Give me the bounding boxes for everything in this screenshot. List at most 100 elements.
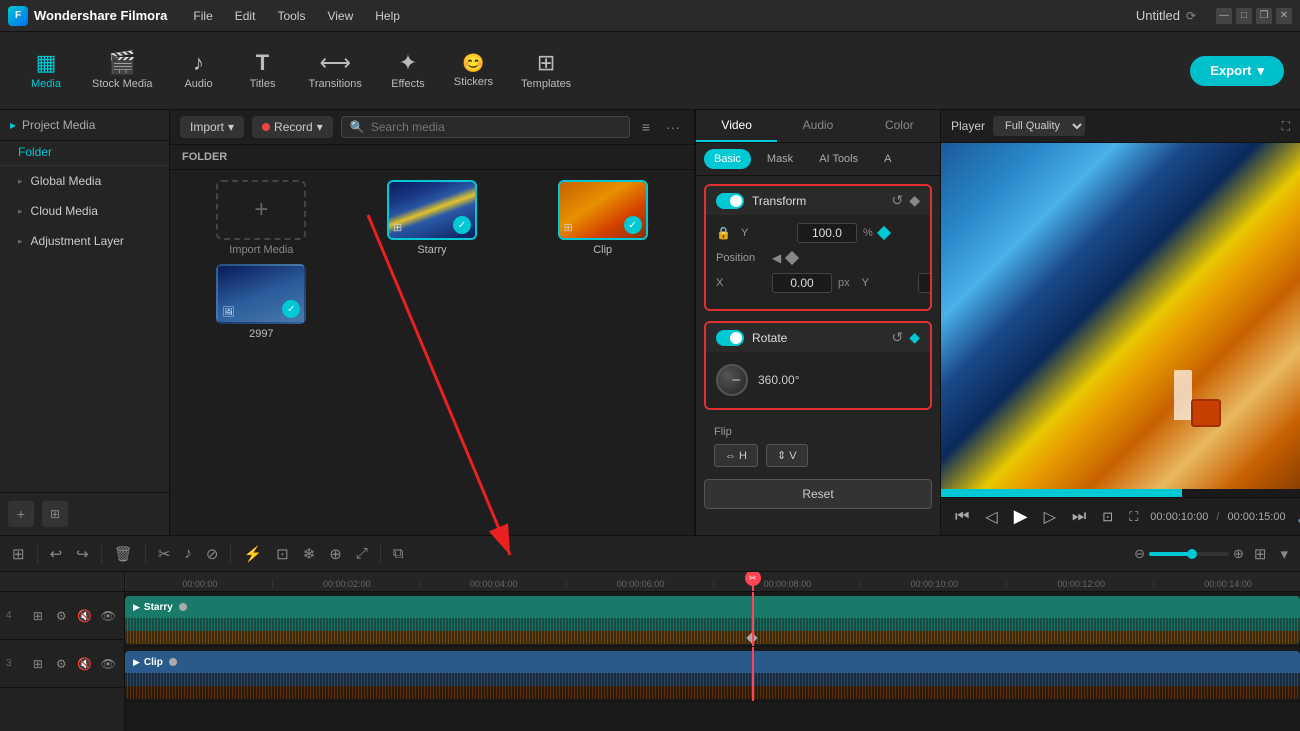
- rotate-reset-icon[interactable]: ↺: [891, 329, 903, 346]
- import-button[interactable]: Import ▾: [180, 116, 244, 138]
- add-subfolder-btn[interactable]: ⊞: [42, 501, 68, 527]
- menu-edit[interactable]: Edit: [225, 5, 266, 27]
- track-add-btn[interactable]: ⊞: [28, 606, 48, 626]
- tool-templates[interactable]: ⊞ Templates: [509, 46, 583, 96]
- tab-audio[interactable]: Audio: [777, 110, 858, 142]
- tool-transitions[interactable]: ⟷ Transitions: [297, 46, 374, 96]
- menu-view[interactable]: View: [317, 5, 363, 27]
- progress-track[interactable]: [941, 489, 1300, 497]
- tl-pic-btn[interactable]: ⧉: [389, 543, 408, 564]
- reset-button[interactable]: Reset: [704, 479, 932, 509]
- scale-y-input[interactable]: [797, 223, 857, 243]
- record-button[interactable]: Record ▾: [252, 116, 333, 138]
- fullscreen-button[interactable]: ⛶: [1125, 507, 1142, 527]
- track3-eye-btn[interactable]: 👁: [99, 654, 119, 674]
- search-input[interactable]: [371, 120, 621, 134]
- list-item[interactable]: ⊞ ✓ Clip: [521, 180, 684, 256]
- tool-titles[interactable]: T Titles: [233, 46, 293, 96]
- pos-x-input[interactable]: [772, 273, 832, 293]
- tl-crop-btn[interactable]: ⊡: [272, 543, 293, 565]
- export-button[interactable]: Export ▾: [1190, 56, 1284, 86]
- tl-scene-btn[interactable]: ⊞: [8, 543, 29, 565]
- tl-audio-btn[interactable]: ♪: [180, 543, 196, 564]
- rotate-toggle[interactable]: [716, 330, 744, 346]
- snapshot-button[interactable]: ⊡: [1098, 507, 1117, 527]
- rotate-knob[interactable]: [716, 364, 748, 396]
- quality-select[interactable]: Full Quality: [993, 116, 1085, 136]
- track-mute-btn[interactable]: 🔇: [75, 606, 95, 626]
- skip-forward-button[interactable]: ⏭: [1068, 506, 1090, 528]
- sidebar-item-folder[interactable]: Folder: [0, 141, 169, 166]
- win-maximize[interactable]: □: [1236, 8, 1252, 24]
- tl-speed-btn[interactable]: ⚡: [239, 543, 266, 565]
- win-minimize[interactable]: —: [1216, 8, 1232, 24]
- track3-add-btn[interactable]: ⊞: [28, 654, 48, 674]
- tl-grid-btn[interactable]: ⊞: [1250, 543, 1271, 565]
- track3-mute-btn[interactable]: 🔇: [75, 654, 95, 674]
- frame-forward-button[interactable]: ▷: [1040, 505, 1060, 529]
- rotate-keyframe-active[interactable]: ◆: [909, 329, 920, 346]
- import-placeholder[interactable]: +: [216, 180, 306, 240]
- subtab-ai-tools[interactable]: AI Tools: [809, 149, 868, 169]
- tool-stock-media[interactable]: 🎬 Stock Media: [80, 46, 165, 96]
- list-item[interactable]: ⊞ ✓ Starry: [351, 180, 514, 256]
- starry-clip[interactable]: ▶ Starry: [125, 596, 1300, 644]
- zoom-bar[interactable]: [1149, 552, 1229, 556]
- tl-freeze-btn[interactable]: ❄: [299, 543, 320, 565]
- flip-v-button[interactable]: ⇕ V: [766, 444, 808, 467]
- tl-transform-btn[interactable]: ⤢: [352, 543, 372, 564]
- tl-delete-btn[interactable]: 🗑: [110, 543, 137, 565]
- menu-help[interactable]: Help: [365, 5, 410, 27]
- tl-snap-btn[interactable]: ⊕: [325, 543, 346, 565]
- tool-media[interactable]: ▦ Media: [16, 46, 76, 96]
- zoom-in-icon[interactable]: ⊕: [1233, 546, 1244, 562]
- track3-settings-btn[interactable]: ⚙: [52, 654, 72, 674]
- transform-reset-icon[interactable]: ↺: [891, 192, 903, 209]
- tool-audio[interactable]: ♪ Audio: [169, 46, 229, 96]
- zoom-out-icon[interactable]: ⊖: [1134, 546, 1145, 562]
- skip-back-button[interactable]: ⏮: [951, 506, 973, 528]
- position-keyframe[interactable]: [785, 251, 799, 265]
- subtab-a[interactable]: A: [874, 149, 901, 169]
- subtab-mask[interactable]: Mask: [757, 149, 803, 169]
- tl-detach-btn[interactable]: ⊘: [202, 543, 223, 565]
- player-expand-icon[interactable]: ⛶: [1282, 119, 1290, 134]
- transform-keyframe-icon[interactable]: ◆: [909, 192, 920, 209]
- tab-color[interactable]: Color: [859, 110, 940, 142]
- sidebar-item-global-media[interactable]: ▸ Global Media: [4, 167, 165, 195]
- frame-back-button[interactable]: ◁: [981, 505, 1001, 529]
- pos-y-input[interactable]: [918, 273, 932, 293]
- filter-button[interactable]: ≡: [638, 117, 654, 137]
- sidebar-item-adjustment-layer[interactable]: ▸ Adjustment Layer: [4, 227, 165, 255]
- add-folder-btn[interactable]: +: [8, 501, 34, 527]
- tl-more-btn[interactable]: ▾: [1276, 543, 1292, 565]
- volume-icon[interactable]: 🔊: [1294, 507, 1300, 527]
- subtab-basic[interactable]: Basic: [704, 149, 751, 169]
- tl-divider-2: [101, 544, 102, 564]
- win-restore[interactable]: ❐: [1256, 8, 1272, 24]
- play-button[interactable]: ▶: [1010, 504, 1032, 529]
- track-eye-btn[interactable]: 👁: [99, 606, 119, 626]
- menu-tools[interactable]: Tools: [267, 5, 315, 27]
- tl-split-btn[interactable]: ✂: [154, 543, 175, 565]
- win-close[interactable]: ✕: [1276, 8, 1292, 24]
- tl-undo-btn[interactable]: ↩: [46, 543, 67, 565]
- list-item[interactable]: 🖼 ✓ 2997: [180, 264, 343, 340]
- tool-stickers[interactable]: 😊 Stickers: [442, 48, 505, 94]
- tool-effects[interactable]: ✦ Effects: [378, 46, 438, 96]
- clip-track[interactable]: ▶ Clip: [125, 651, 1300, 699]
- list-item[interactable]: + Import Media: [180, 180, 343, 256]
- menu-file[interactable]: File: [183, 5, 222, 27]
- tl-redo-btn[interactable]: ↪: [72, 543, 93, 565]
- track-settings-btn[interactable]: ⚙: [52, 606, 72, 626]
- sidebar-item-cloud-media[interactable]: ▸ Cloud Media: [4, 197, 165, 225]
- transform-toggle[interactable]: [716, 193, 744, 209]
- clip-thumb[interactable]: ⊞ ✓: [558, 180, 648, 240]
- lock-icon[interactable]: 🔒: [716, 226, 731, 240]
- more-button[interactable]: ···: [662, 117, 684, 137]
- starry-thumb[interactable]: ⊞ ✓: [387, 180, 477, 240]
- flip-h-button[interactable]: ⇔ H: [714, 444, 758, 467]
- item2997-thumb[interactable]: 🖼 ✓: [216, 264, 306, 324]
- scale-keyframe[interactable]: [877, 226, 891, 240]
- tab-video[interactable]: Video: [696, 110, 777, 142]
